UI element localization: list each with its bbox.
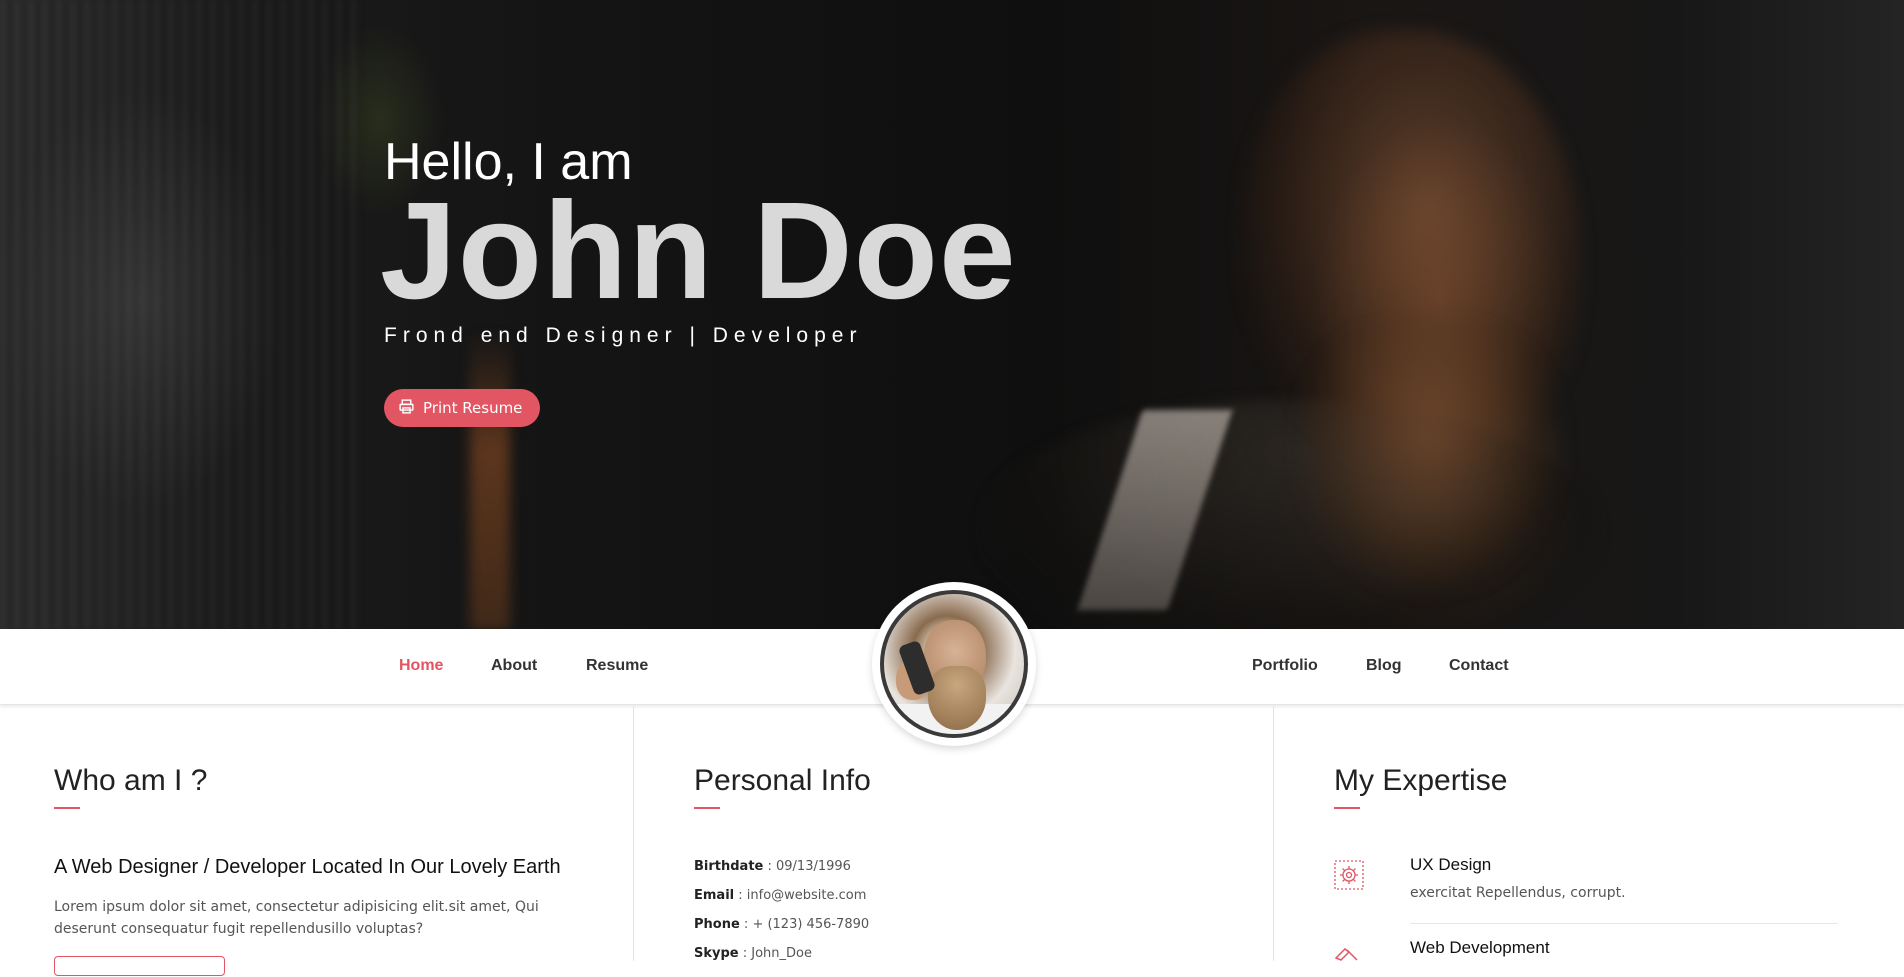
info-label: Birthdate xyxy=(694,859,764,874)
info-value: : info@website.com xyxy=(734,888,867,903)
info-value: : 09/13/1996 xyxy=(763,859,851,874)
who-subtitle: A Web Designer / Developer Located In Ou… xyxy=(54,856,561,878)
nav-item-blog[interactable]: Blog xyxy=(1366,657,1402,675)
print-resume-button[interactable]: Print Resume xyxy=(384,389,541,427)
personal-info-title: Personal Info xyxy=(694,764,871,797)
column-divider xyxy=(1273,706,1274,961)
hero-name: John Doe xyxy=(380,174,1017,328)
avatar-photo xyxy=(880,590,1028,738)
info-email: Email : info@website.com xyxy=(694,888,866,903)
nav-item-portfolio[interactable]: Portfolio xyxy=(1252,657,1318,675)
info-birthdate: Birthdate : 09/13/1996 xyxy=(694,859,851,874)
column-divider xyxy=(633,706,634,961)
expertise-item-desc: exercitat Repellendus, corrupt. xyxy=(1410,885,1626,901)
nav-item-home[interactable]: Home xyxy=(399,657,443,675)
info-label: Email xyxy=(694,888,735,903)
who-action-button[interactable] xyxy=(54,956,225,976)
personal-info-underline xyxy=(694,807,720,809)
gear-icon xyxy=(1334,860,1364,890)
profile-avatar[interactable] xyxy=(872,582,1036,746)
nav-item-contact[interactable]: Contact xyxy=(1449,657,1509,675)
info-label: Skype xyxy=(694,946,739,961)
who-text: Lorem ipsum dolor sit amet, consectetur … xyxy=(54,899,539,937)
expertise-item-title: Web Development xyxy=(1410,938,1550,957)
hero-section: Hello, I am John Doe Frond end Designer … xyxy=(0,0,1904,629)
hero-background-post xyxy=(470,330,510,629)
nav-item-about[interactable]: About xyxy=(491,657,537,675)
info-value: : John_Doe xyxy=(738,946,812,961)
hero-background-fence xyxy=(0,0,360,629)
nav-item-resume[interactable]: Resume xyxy=(586,657,648,675)
expertise-title: My Expertise xyxy=(1334,764,1508,797)
expertise-underline xyxy=(1334,807,1360,809)
avatar-beard xyxy=(928,666,986,730)
who-title: Who am I ? xyxy=(54,764,208,797)
expertise-separator xyxy=(1410,923,1838,924)
code-icon xyxy=(1334,942,1364,972)
info-phone: Phone : + (123) 456-7890 xyxy=(694,917,869,932)
info-value: : + (123) 456-7890 xyxy=(739,917,870,932)
hero-background-beard xyxy=(1300,330,1560,590)
print-resume-label: Print Resume xyxy=(423,399,523,417)
info-skype: Skype : John_Doe xyxy=(694,946,812,961)
printer-icon xyxy=(398,398,415,419)
who-underline xyxy=(54,807,80,809)
expertise-item-title: UX Design xyxy=(1410,855,1492,874)
info-label: Phone xyxy=(694,917,740,932)
hero-tagline: Frond end Designer | Developer xyxy=(384,324,863,347)
